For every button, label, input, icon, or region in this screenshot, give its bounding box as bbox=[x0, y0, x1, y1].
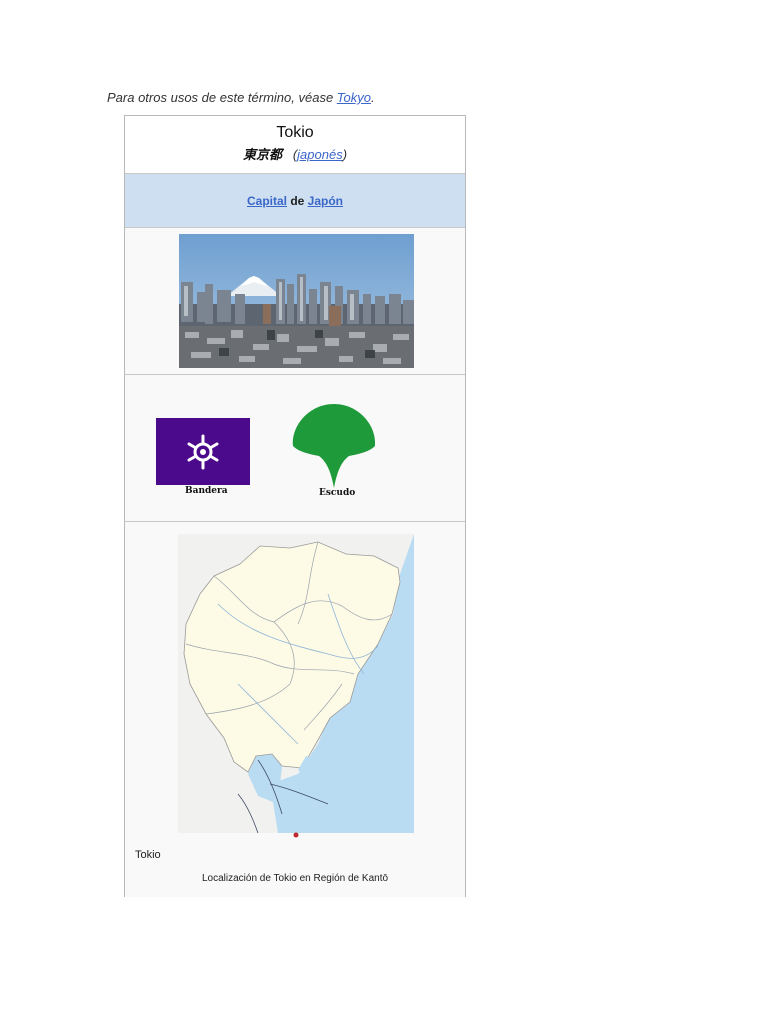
location-map[interactable] bbox=[178, 534, 414, 833]
caption-line: Capital de Japón bbox=[125, 194, 465, 208]
flag-image[interactable] bbox=[156, 418, 250, 485]
flag-label: Bandera bbox=[185, 486, 228, 496]
caption-link-japon[interactable]: Japón bbox=[308, 194, 343, 208]
hatnote: Para otros usos de este término, véase T… bbox=[107, 90, 375, 105]
symbols-row: Bandera Escudo bbox=[125, 375, 465, 522]
lang-link-japones[interactable]: japonés bbox=[297, 147, 343, 162]
infobox-title-row: Tokio 東京都 (japonés) bbox=[125, 116, 465, 174]
photo-row bbox=[125, 228, 465, 375]
caption-mid: de bbox=[287, 194, 308, 208]
shield-image[interactable] bbox=[291, 402, 377, 490]
shield-label: Escudo bbox=[319, 488, 356, 498]
hatnote-text: Para otros usos de este término, véase bbox=[107, 90, 337, 105]
hatnote-link-tokyo[interactable]: Tokyo bbox=[337, 90, 371, 105]
caption-link-capital[interactable]: Capital bbox=[247, 194, 287, 208]
location-marker bbox=[293, 832, 299, 838]
native-name-line: 東京都 (japonés) bbox=[125, 144, 465, 163]
map-row: Tokio Localización de Tokio en Región de… bbox=[125, 522, 465, 898]
lang-close: ) bbox=[342, 147, 348, 162]
infobox: Tokio 東京都 (japonés) Capital de Japón Ban… bbox=[124, 115, 466, 897]
native-name: 東京都 bbox=[242, 147, 282, 162]
map-caption: Localización de Tokio en Región de Kantō bbox=[201, 873, 389, 884]
hatnote-suffix: . bbox=[371, 90, 375, 105]
infobox-caption-row: Capital de Japón bbox=[125, 174, 465, 228]
skyline-photo[interactable] bbox=[179, 234, 414, 368]
map-label: Tokio bbox=[135, 849, 161, 861]
infobox-title: Tokio bbox=[276, 124, 314, 141]
